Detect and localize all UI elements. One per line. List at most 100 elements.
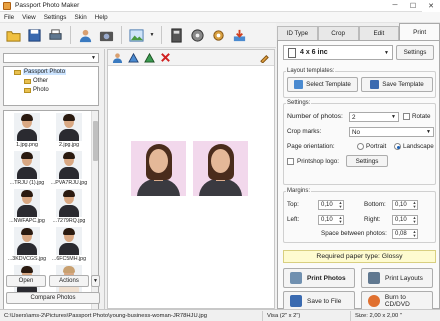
thumbnail-item[interactable]: ...7279RQ.jpg bbox=[48, 189, 90, 227]
actions-button[interactable]: Actions bbox=[49, 275, 89, 287]
page-orientation-label: Page orientation: bbox=[287, 143, 335, 150]
maximize-icon[interactable]: ☐ bbox=[404, 0, 422, 12]
close-icon[interactable]: ✕ bbox=[422, 0, 440, 12]
menu-view[interactable]: View bbox=[18, 14, 40, 21]
spinner-icon[interactable]: ▲ ▼ bbox=[338, 216, 343, 224]
photo-thumbnail bbox=[14, 227, 40, 255]
passport-photo[interactable] bbox=[131, 141, 186, 196]
crop-marks-select[interactable]: No ▼ bbox=[349, 127, 434, 137]
canvas-toolbar bbox=[108, 50, 274, 66]
save-to-file-label: Save to File bbox=[307, 297, 342, 305]
save-icon bbox=[370, 80, 380, 89]
rotate-left-icon[interactable] bbox=[127, 51, 140, 64]
right-margin-label: Right: bbox=[364, 216, 381, 223]
thumbnail-item[interactable]: ...TRJU (1).jpg bbox=[6, 151, 48, 189]
drive-selector[interactable]: ▼ bbox=[3, 53, 99, 63]
logo-settings-button[interactable]: Settings bbox=[346, 155, 388, 167]
paper-settings-button[interactable]: Settings bbox=[396, 45, 434, 60]
thumbnail-item[interactable]: 2.jpg.jpg bbox=[48, 113, 90, 151]
toolbar-separator bbox=[121, 26, 122, 44]
save-template-button[interactable]: Save Template bbox=[361, 77, 433, 92]
tab-edit[interactable]: Edit bbox=[358, 26, 400, 40]
folder-icon bbox=[24, 87, 31, 93]
save-to-file-button[interactable]: Save to File bbox=[283, 291, 355, 311]
top-margin-input[interactable]: 0,10 ▲ ▼ bbox=[318, 200, 344, 210]
thumbnail-item[interactable]: ...NWFAPC.jpg bbox=[6, 189, 48, 227]
open-folder-icon[interactable] bbox=[4, 26, 23, 45]
print-layouts-button[interactable]: Print Layouts bbox=[361, 268, 433, 288]
tree-node-photo[interactable]: Photo bbox=[24, 87, 49, 93]
menu-help[interactable]: Help bbox=[91, 14, 112, 21]
burn-to-cd-button[interactable]: Burn to CD/DVD bbox=[361, 291, 433, 311]
spinner-icon[interactable]: ▲ ▼ bbox=[412, 230, 417, 238]
menu-skin[interactable]: Skin bbox=[70, 14, 90, 21]
printshop-logo-checkbox[interactable] bbox=[287, 158, 294, 165]
thumbnail-item[interactable]: ...PVA7RJU.jpg bbox=[48, 151, 90, 189]
minimize-icon[interactable]: ─ bbox=[386, 0, 404, 12]
open-button[interactable]: Open bbox=[6, 275, 46, 287]
film-icon[interactable] bbox=[188, 26, 207, 45]
passport-photo[interactable] bbox=[193, 141, 248, 196]
save-icon[interactable] bbox=[25, 26, 44, 45]
camera-icon[interactable] bbox=[97, 26, 116, 45]
printer-icon bbox=[368, 272, 380, 284]
thumbnail-item[interactable]: ...3KDVCGS.jpg bbox=[6, 227, 48, 265]
thumbnail-item[interactable]: ...6FC5MH.jpg bbox=[48, 227, 90, 265]
disc-icon bbox=[368, 295, 380, 307]
menu-bar: File View Settings Skin Help bbox=[0, 12, 440, 23]
chevron-down-icon: ▼ bbox=[91, 55, 96, 61]
number-of-photos-select[interactable]: 2 ▼ bbox=[349, 112, 399, 122]
thumbnail-caption: ...NWFAPC.jpg bbox=[9, 218, 45, 224]
brush-icon[interactable] bbox=[258, 51, 271, 64]
print-photos-button[interactable]: Print Photos bbox=[283, 268, 355, 288]
tree-node-other[interactable]: Other bbox=[24, 78, 48, 84]
window-controls: ─ ☐ ✕ bbox=[386, 0, 440, 12]
menu-settings[interactable]: Settings bbox=[40, 14, 71, 21]
tab-print[interactable]: Print bbox=[399, 23, 440, 40]
gear-icon[interactable] bbox=[209, 26, 228, 45]
spinner-icon[interactable]: ▲ ▼ bbox=[412, 216, 417, 224]
left-margin-input[interactable]: 0,10 ▲ ▼ bbox=[318, 215, 344, 225]
space-between-input[interactable]: 0,08 ▲ ▼ bbox=[392, 229, 418, 239]
margins-group: Margins: Top: 0,10 ▲ ▼ Bottom: 0,10 ▲ ▼ Left… bbox=[283, 188, 436, 243]
app-icon bbox=[3, 1, 11, 10]
person-left-icon[interactable] bbox=[111, 51, 124, 64]
thumbnail-list[interactable]: 1.jpg.png 2.jpg.jpg ...TRJU (1).jpg ...P… bbox=[3, 110, 99, 320]
tree-node-label: Passport Photo bbox=[23, 69, 67, 75]
thumbnail-scrollbar[interactable] bbox=[91, 111, 98, 319]
bottom-margin-input[interactable]: 0,10 ▲ ▼ bbox=[392, 200, 418, 210]
settings-group: Settings: Number of photos: 2 ▼ Rotate C… bbox=[283, 100, 436, 185]
book-icon[interactable] bbox=[167, 26, 186, 45]
print-icon[interactable] bbox=[46, 26, 65, 45]
delete-icon[interactable] bbox=[159, 51, 172, 64]
compare-photos-button[interactable]: Compare Photos bbox=[6, 292, 100, 304]
user-icon[interactable] bbox=[76, 26, 95, 45]
tree-node-label: Photo bbox=[33, 87, 49, 93]
rotate-checkbox[interactable] bbox=[403, 113, 410, 120]
layout-templates-label: Layout templates: bbox=[286, 68, 336, 74]
spinner-icon[interactable]: ▲ ▼ bbox=[338, 201, 343, 209]
image-icon[interactable] bbox=[127, 26, 146, 45]
select-template-button[interactable]: Select Template bbox=[287, 77, 358, 92]
menu-file[interactable]: File bbox=[0, 14, 18, 21]
paper-size-select[interactable]: 4 x 6 inc ▼ bbox=[283, 45, 393, 60]
folder-tree[interactable]: Passport Photo Other Photo bbox=[3, 66, 99, 106]
margins-label: Margins: bbox=[286, 188, 312, 194]
status-bar: C:\Users\ams-2\Pictures\Passport Photo\y… bbox=[0, 309, 440, 321]
print-preview-canvas[interactable] bbox=[107, 49, 275, 309]
tree-node-root[interactable]: Passport Photo bbox=[14, 69, 67, 75]
thumbnail-item[interactable]: 1.jpg.png bbox=[6, 113, 48, 151]
download-icon[interactable] bbox=[230, 26, 249, 45]
tab-crop[interactable]: Crop bbox=[317, 26, 359, 40]
portrait-radio[interactable] bbox=[357, 143, 364, 150]
dropdown-arrow-icon[interactable]: ▼ bbox=[148, 26, 156, 45]
print-photos-label: Print Photos bbox=[307, 274, 346, 282]
floppy-icon bbox=[290, 295, 302, 307]
spinner-icon[interactable]: ▲ ▼ bbox=[412, 201, 417, 209]
actions-dropdown-icon[interactable]: ▼ bbox=[91, 275, 100, 287]
landscape-radio[interactable] bbox=[394, 143, 401, 150]
photo-thumbnail bbox=[56, 227, 82, 255]
right-margin-input[interactable]: 0,10 ▲ ▼ bbox=[392, 215, 418, 225]
tab-id-type[interactable]: ID Type bbox=[277, 26, 318, 40]
rotate-right-icon[interactable] bbox=[143, 51, 156, 64]
